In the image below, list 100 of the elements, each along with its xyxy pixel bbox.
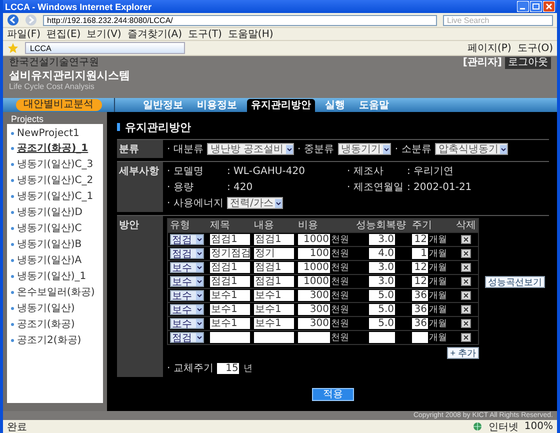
- content-input[interactable]: 점검1: [254, 276, 294, 287]
- type-select[interactable]: 점검: [170, 234, 204, 245]
- search-field[interactable]: Live Search: [443, 14, 553, 26]
- delete-button[interactable]: [461, 235, 471, 244]
- logout-button[interactable]: 로그아웃: [505, 57, 551, 69]
- cost-input[interactable]: 1000: [298, 262, 330, 273]
- add-button[interactable]: + 추가: [447, 347, 479, 359]
- category-select[interactable]: 냉난방 공조설비: [207, 143, 294, 155]
- energy-select[interactable]: 전력/가스: [227, 197, 284, 209]
- cost-input[interactable]: 100: [298, 248, 330, 259]
- menu-item[interactable]: 즐겨찾기(A): [127, 27, 182, 41]
- delete-button[interactable]: [461, 319, 471, 328]
- delete-button[interactable]: [461, 291, 471, 300]
- title-input[interactable]: [210, 332, 250, 343]
- cost-input[interactable]: 300: [298, 290, 330, 301]
- project-item[interactable]: 냉동기(일산): [17, 301, 75, 315]
- type-select[interactable]: 보수: [170, 276, 204, 287]
- curve-button[interactable]: 성능곡선보기: [485, 276, 545, 288]
- title-input[interactable]: 점검1: [210, 262, 250, 273]
- project-item[interactable]: 냉동기(일산)C_2: [17, 173, 94, 187]
- project-item[interactable]: 공조기2(화공): [17, 333, 82, 347]
- title-input[interactable]: 정기점검: [210, 248, 250, 259]
- project-item[interactable]: 냉동기(일산)B: [17, 237, 82, 251]
- menu-item[interactable]: 도움말(H): [228, 27, 274, 41]
- recovery-input[interactable]: [369, 332, 395, 343]
- project-item[interactable]: 공조기(화공)_1: [17, 141, 88, 155]
- column-header: 성능회복량: [354, 219, 410, 232]
- star-icon[interactable]: [7, 42, 19, 54]
- type-select[interactable]: 보수: [170, 304, 204, 315]
- bullet-icon: [11, 274, 14, 278]
- cost-input[interactable]: 1000: [298, 234, 330, 245]
- content-input[interactable]: 점검1: [254, 262, 294, 273]
- nav-tab[interactable]: 유지관리방안: [247, 99, 315, 112]
- title-input[interactable]: 보수1: [210, 290, 250, 301]
- cycle-input[interactable]: [412, 332, 428, 343]
- type-select[interactable]: 점검: [170, 248, 204, 259]
- menu-item[interactable]: 보기(V): [86, 27, 122, 41]
- cycle-input[interactable]: 36: [412, 290, 428, 301]
- cost-input[interactable]: [298, 332, 330, 343]
- title-input[interactable]: 보수1: [210, 304, 250, 315]
- cycle-input[interactable]: 36: [412, 304, 428, 315]
- menu-item[interactable]: 파일(F): [7, 27, 41, 41]
- cycle-input[interactable]: 12: [412, 234, 428, 245]
- title-input[interactable]: 보수1: [210, 318, 250, 329]
- delete-button[interactable]: [461, 305, 471, 314]
- project-item[interactable]: 냉동기(일산)_1: [17, 269, 86, 283]
- address-field[interactable]: http://192.168.232.244:8080/LCCA/: [43, 14, 437, 26]
- cycle-input[interactable]: 36: [412, 318, 428, 329]
- close-icon: [463, 251, 469, 256]
- delete-button[interactable]: [461, 263, 471, 272]
- recovery-input[interactable]: 3.0: [369, 276, 395, 287]
- project-item[interactable]: 냉동기(일산)D: [17, 205, 83, 219]
- recovery-input[interactable]: 5.0: [369, 290, 395, 301]
- content-input[interactable]: [254, 332, 294, 343]
- content-input[interactable]: 보수1: [254, 318, 294, 329]
- recovery-input[interactable]: 5.0: [369, 304, 395, 315]
- dropdown-caret-icon: [275, 198, 282, 208]
- project-item[interactable]: 공조기(화공): [17, 317, 75, 331]
- project-item[interactable]: 냉동기(일산)C_1: [17, 189, 94, 203]
- cost-input[interactable]: 300: [298, 304, 330, 315]
- recovery-input[interactable]: 3.0: [369, 234, 395, 245]
- project-item[interactable]: 냉동기(일산)C: [17, 221, 82, 235]
- type-select[interactable]: 보수: [170, 262, 204, 273]
- delete-button[interactable]: [461, 277, 471, 286]
- project-item[interactable]: 냉동기(일산)A: [17, 253, 82, 267]
- close-icon[interactable]: [543, 1, 555, 12]
- browser-tab[interactable]: LCCA: [25, 42, 185, 54]
- content-input[interactable]: 점검1: [254, 234, 294, 245]
- project-item[interactable]: NewProject1: [17, 128, 80, 139]
- cost-input[interactable]: 300: [298, 318, 330, 329]
- compare-button[interactable]: 대안별비교분석: [16, 99, 102, 111]
- cycle-input[interactable]: 12: [412, 276, 428, 287]
- recovery-input[interactable]: 3.0: [369, 262, 395, 273]
- recovery-input[interactable]: 5.0: [369, 318, 395, 329]
- project-item[interactable]: 냉동기(일산)C_3: [17, 157, 94, 171]
- menu-item[interactable]: 도구(T): [188, 27, 222, 41]
- delete-button[interactable]: [461, 333, 471, 342]
- category-select[interactable]: 냉동기기: [338, 143, 391, 155]
- content-input[interactable]: 보수1: [254, 290, 294, 301]
- cycle-input[interactable]: 12: [412, 262, 428, 273]
- menu-item[interactable]: 편집(E): [46, 27, 81, 41]
- type-select[interactable]: 보수: [170, 318, 204, 329]
- minimize-icon[interactable]: [517, 1, 529, 12]
- content-input[interactable]: 보수1: [254, 304, 294, 315]
- maximize-icon[interactable]: [530, 1, 542, 12]
- project-item[interactable]: 온수보일러(화공): [17, 285, 95, 299]
- cycle-input[interactable]: 1: [412, 248, 428, 259]
- apply-button[interactable]: 적용: [312, 388, 354, 401]
- title-input[interactable]: 점검1: [210, 276, 250, 287]
- replacement-input[interactable]: 15: [217, 362, 240, 374]
- category-select[interactable]: 압축식냉동기: [435, 143, 508, 155]
- toolbar-menu[interactable]: 도구(O): [517, 41, 553, 55]
- recovery-input[interactable]: 4.0: [369, 248, 395, 259]
- cost-input[interactable]: 1000: [298, 276, 330, 287]
- type-select[interactable]: 점검: [170, 332, 204, 343]
- toolbar-menu[interactable]: 페이지(P): [467, 41, 512, 55]
- title-input[interactable]: 점검1: [210, 234, 250, 245]
- type-select[interactable]: 보수: [170, 290, 204, 301]
- content-input[interactable]: 정기: [254, 248, 294, 259]
- delete-button[interactable]: [461, 249, 471, 258]
